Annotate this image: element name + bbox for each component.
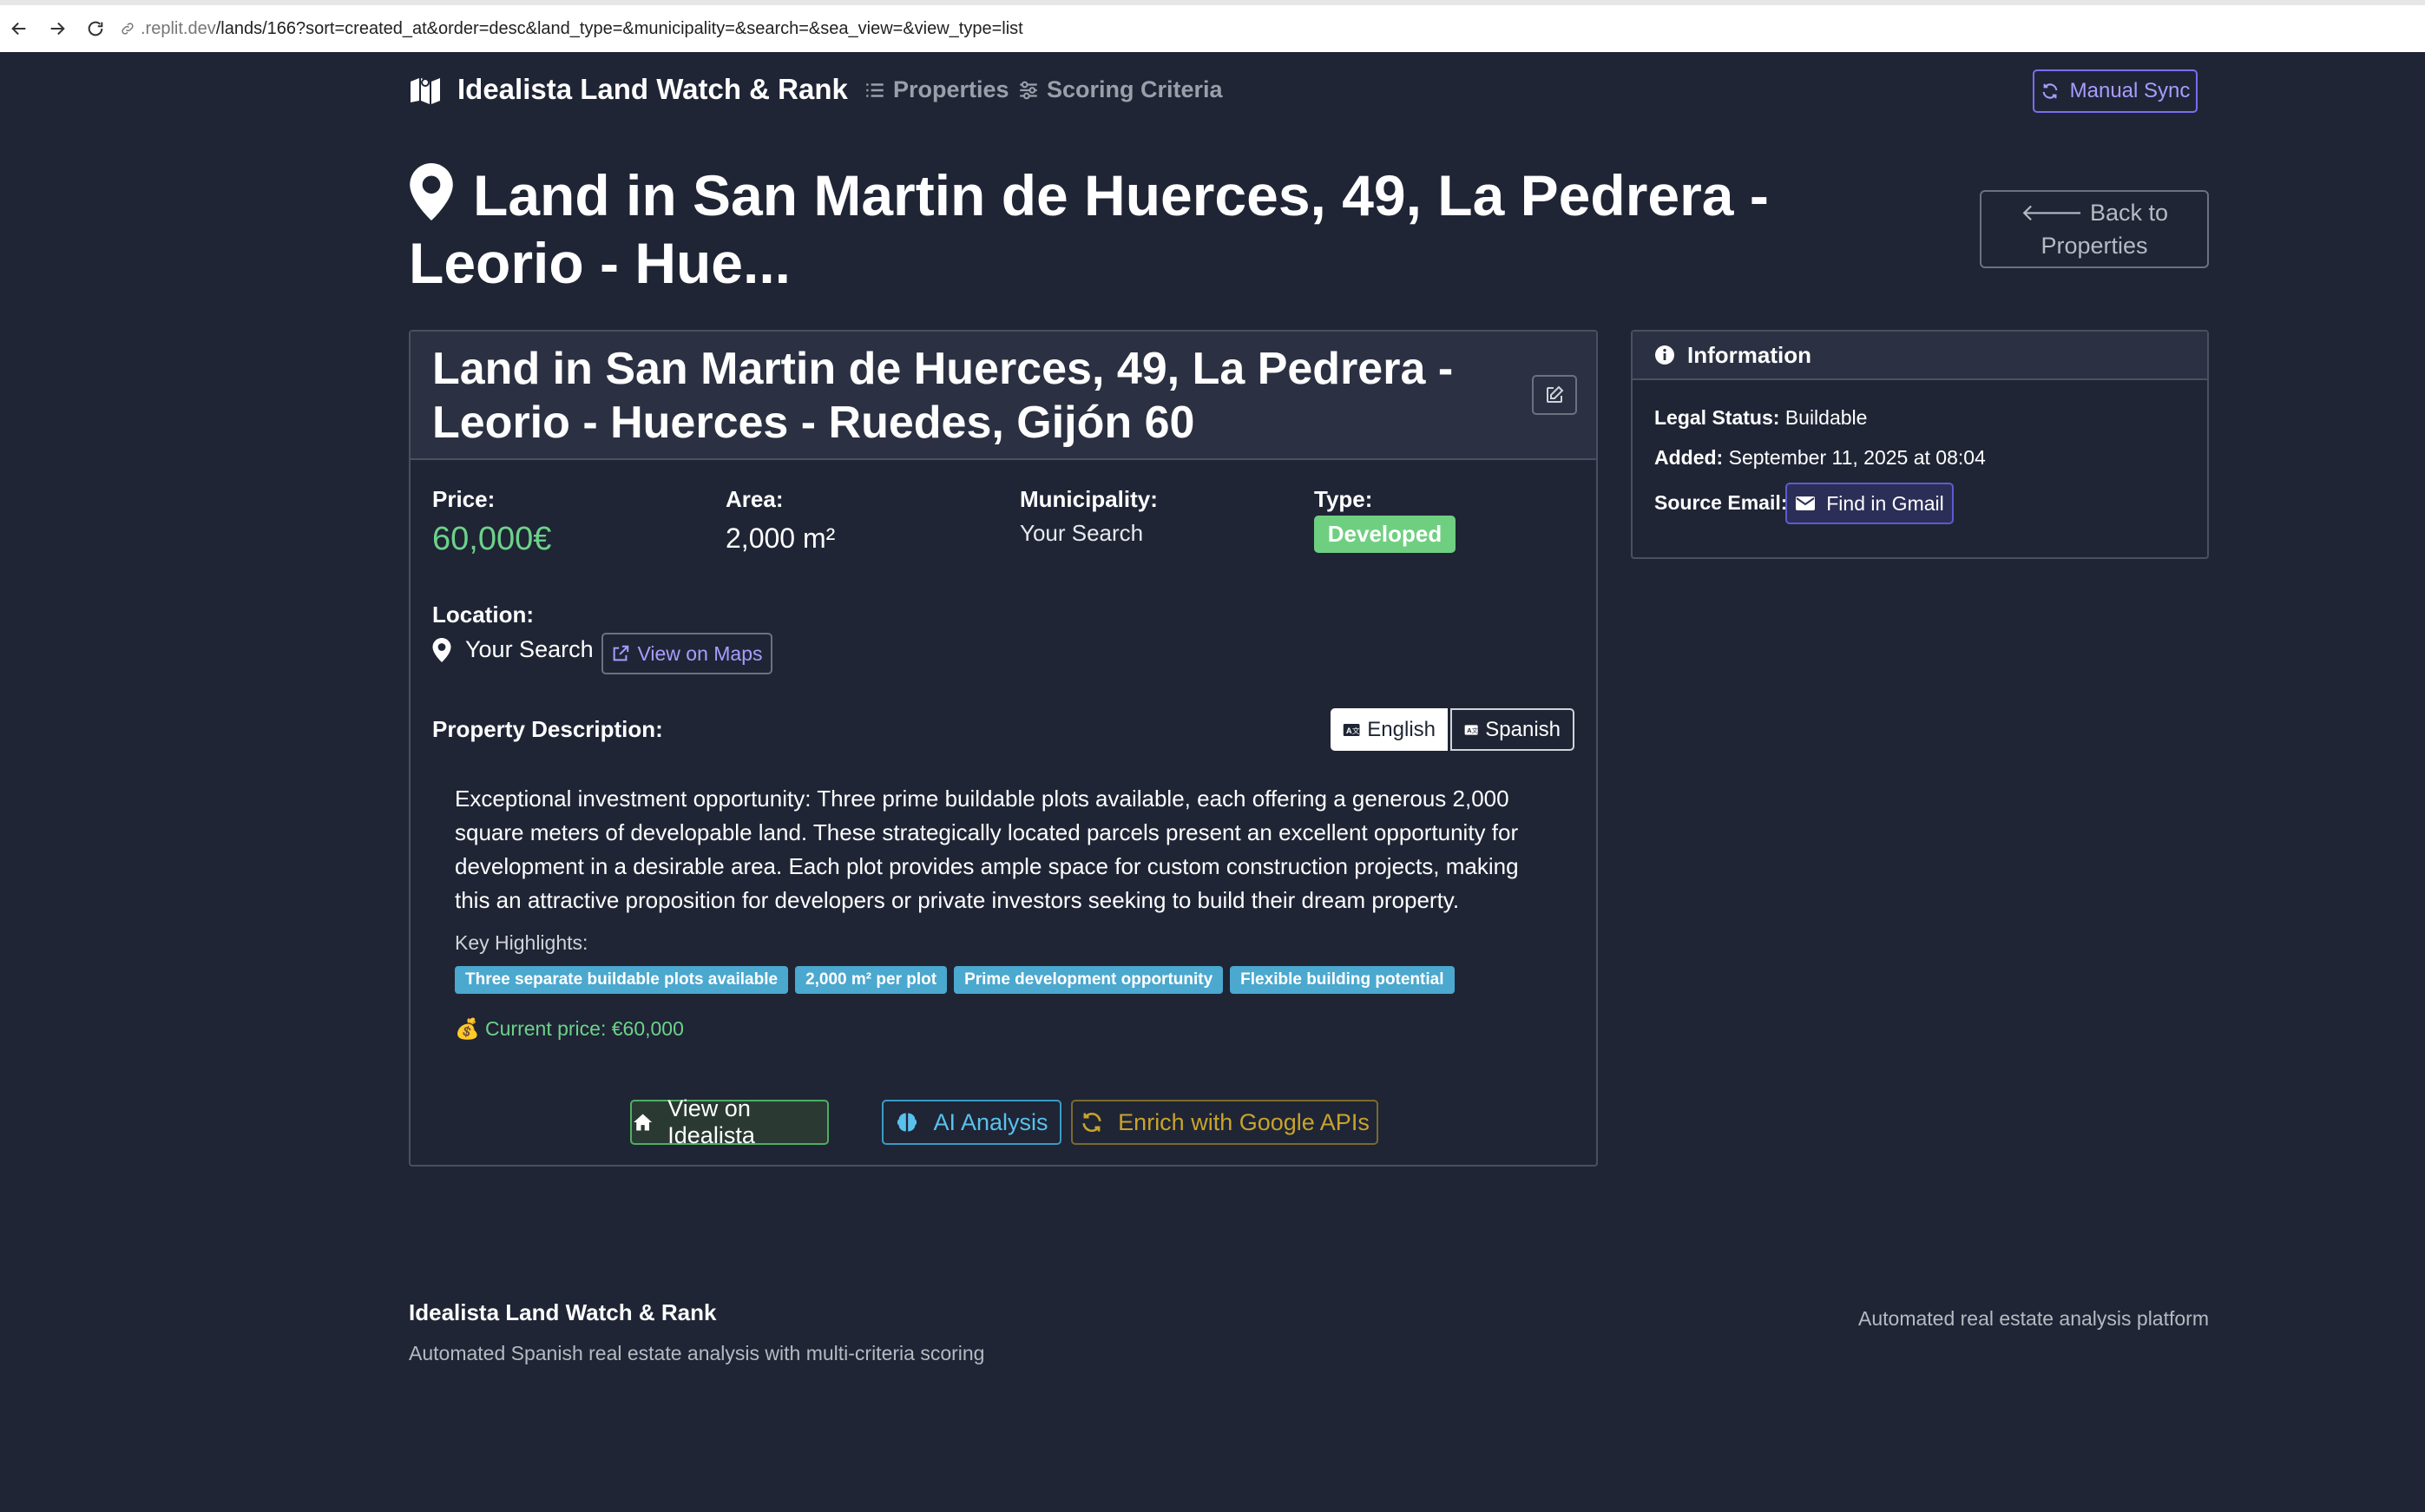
type-badge: Developed (1314, 516, 1456, 553)
view-on-maps-button[interactable]: View on Maps (601, 633, 772, 674)
highlight-tags: Three separate buildable plots available… (455, 966, 1462, 994)
link-icon (122, 23, 134, 35)
highlight-tag: Three separate buildable plots available (455, 966, 789, 994)
price-label: Price: (432, 486, 496, 512)
find-in-gmail-label: Find in Gmail (1826, 491, 1944, 515)
enrich-google-apis-label: Enrich with Google APIs (1118, 1108, 1370, 1135)
footer-tagline: Automated real estate analysis platform (1858, 1307, 2209, 1330)
top-navbar: Idealista Land Watch & Rank Properties S… (0, 52, 2425, 128)
source-email-row: Source Email: (1654, 491, 1787, 515)
property-description: Exceptional investment opportunity: Thre… (455, 786, 1519, 913)
highlight-tag: 2,000 m² per plot (795, 966, 948, 994)
nav-scoring-criteria[interactable]: Scoring Criteria (1017, 76, 1223, 103)
browser-toolbar: .replit.dev/lands/166?sort=created_at&or… (0, 0, 2425, 52)
brand-name: Idealista Land Watch & Rank (457, 73, 848, 105)
language-icon: A文 (1343, 723, 1360, 736)
view-on-idealista-button[interactable]: View on Idealista (630, 1095, 829, 1148)
brand-link[interactable]: Idealista Land Watch & Rank (409, 73, 848, 106)
sync-icon (2042, 83, 2057, 99)
url-path: /lands/166?sort=created_at&order=desc&la… (215, 18, 1023, 38)
svg-text:文: 文 (1352, 725, 1360, 734)
manual-sync-label: Manual Sync (2069, 79, 2191, 102)
back-label-line1: Back to (2089, 200, 2168, 226)
highlight-tag: Flexible building potential (1230, 966, 1455, 994)
language-toggle: A文 English A文 Spanish (1331, 708, 1574, 751)
highlight-tag: Prime development opportunity (954, 966, 1224, 994)
forward-arrow-icon[interactable] (38, 10, 76, 48)
property-card-header: Land in San Martin de Huerces, 49, La Pe… (411, 332, 1596, 460)
property-card: Land in San Martin de Huerces, 49, La Pe… (409, 330, 1598, 1167)
svg-text:A: A (1346, 726, 1352, 734)
back-button-text: 🡐 Back to Properties (2021, 196, 2168, 262)
municipality-value: Your Search (1020, 520, 1144, 546)
added-row: Added: September 11, 2025 at 08:04 (1654, 446, 1986, 470)
key-highlights-label: Key Highlights: (455, 931, 588, 954)
map-pin-icon (410, 163, 453, 220)
external-link-icon (614, 645, 629, 661)
view-on-maps-label: View on Maps (637, 641, 763, 665)
map-icon (411, 78, 440, 104)
description-label: Property Description: (432, 716, 663, 742)
municipality-label: Municipality: (1020, 486, 1158, 512)
info-icon (1655, 345, 1674, 365)
home-icon (634, 1114, 653, 1131)
property-title: Land in San Martin de Huerces, 49, La Pe… (432, 344, 1454, 448)
language-english-button[interactable]: A文 English (1331, 708, 1448, 751)
language-spanish-label: Spanish (1485, 717, 1561, 741)
map-marker-icon (432, 637, 451, 662)
brain-icon (897, 1113, 917, 1132)
information-title: Information (1687, 341, 1811, 368)
address-bar[interactable]: .replit.dev/lands/166?sort=created_at&or… (120, 10, 1023, 48)
page-title: Land in San Martin de Huerces, 49, La Pe… (409, 161, 1936, 297)
back-to-properties-button[interactable]: 🡐 Back to Properties (1980, 190, 2209, 268)
source-email-label: Source Email: (1654, 491, 1788, 514)
arrow-left-icon: 🡐 (2021, 200, 2084, 226)
find-in-gmail-button[interactable]: Find in Gmail (1785, 483, 1954, 524)
area-value: 2,000 m² (726, 523, 836, 554)
reload-icon[interactable] (76, 10, 115, 48)
envelope-icon (1796, 496, 1816, 510)
information-header: Information (1633, 332, 2207, 380)
language-english-label: English (1367, 717, 1436, 741)
ai-analysis-button[interactable]: AI Analysis (882, 1100, 1061, 1145)
footer-title: Idealista Land Watch & Rank (409, 1299, 717, 1325)
back-label-line2: Properties (2041, 233, 2148, 259)
sync-icon (1082, 1113, 1101, 1132)
enrich-google-apis-button[interactable]: Enrich with Google APIs (1071, 1100, 1378, 1145)
language-spanish-button[interactable]: A文 Spanish (1450, 708, 1574, 751)
location-text: Your Search (465, 636, 594, 662)
location-label: Location: (432, 602, 534, 628)
legal-status-row: Legal Status: Buildable (1654, 406, 1867, 430)
page-title-text: Land in San Martin de Huerces, 49, La Pe… (409, 163, 1769, 295)
added-value: September 11, 2025 at 08:04 (1728, 446, 1986, 469)
information-card: Information Legal Status: Buildable Adde… (1631, 330, 2209, 559)
location-value: Your Search (432, 636, 594, 663)
url-host: .replit.dev (141, 18, 216, 38)
nav-properties-label: Properties (893, 76, 1009, 102)
sliders-icon (1020, 81, 1037, 99)
price-value: 60,000€ (432, 521, 552, 557)
footer-subtitle: Automated Spanish real estate analysis w… (409, 1342, 985, 1364)
edit-icon (1547, 385, 1564, 403)
manual-sync-button[interactable]: Manual Sync (2033, 69, 2198, 113)
edit-title-button[interactable] (1532, 375, 1577, 415)
legal-status-label: Legal Status: (1654, 406, 1780, 429)
legal-status-value: Buildable (1784, 406, 1868, 429)
type-label: Type: (1314, 486, 1373, 512)
nav-properties[interactable]: Properties (864, 76, 1009, 103)
list-icon (866, 82, 884, 97)
area-label: Area: (726, 486, 784, 512)
nav-scoring-label: Scoring Criteria (1047, 76, 1223, 102)
back-arrow-icon[interactable] (0, 10, 38, 48)
language-icon: A文 (1464, 724, 1478, 735)
ai-analysis-label: AI Analysis (933, 1108, 1048, 1135)
current-price-note: 💰 Current price: €60,000 (455, 1017, 684, 1040)
view-on-idealista-label: View on Idealista (667, 1095, 755, 1148)
added-label: Added: (1654, 446, 1724, 469)
